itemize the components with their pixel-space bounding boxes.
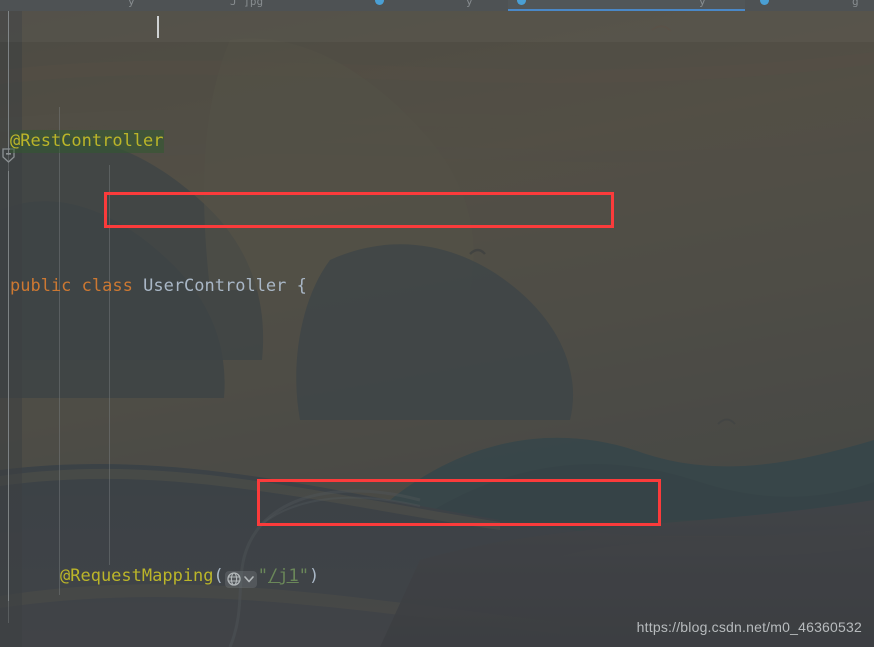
ide-editor-screenshot: y J ]pg y y g @RestController public cla… (0, 0, 874, 647)
editor-tab-strip[interactable]: y J ]pg y y g (0, 0, 874, 11)
tab-label-ghost-4[interactable]: y (699, 0, 706, 8)
keyword-public: public (10, 276, 72, 296)
paren-open-mapping: ( (213, 566, 224, 586)
quote-open-url: " (257, 566, 269, 586)
annotation-rest-controller[interactable]: @RestController (10, 130, 164, 153)
tab-label-ghost-3[interactable]: y (466, 0, 473, 8)
tab-active-underline (508, 9, 745, 11)
text-caret (157, 16, 159, 38)
csdn-watermark: https://blog.csdn.net/m0_46360532 (636, 619, 862, 635)
spring-url-globe-icon[interactable] (224, 571, 257, 588)
quote-close-url: " (298, 566, 309, 586)
url-mapping-value[interactable]: /j1 (268, 566, 299, 586)
type-user-controller[interactable]: UserController (143, 276, 286, 296)
code-line-2[interactable]: public class UserController { (0, 272, 874, 301)
paren-close-mapping: ) (309, 566, 320, 586)
code-line-3-blank (0, 417, 874, 446)
tab-file-icon-3 (760, 0, 769, 5)
brace-open-class: { (296, 276, 307, 296)
tab-label-ghost-1[interactable]: y (128, 0, 135, 8)
tab-file-icon-1 (375, 0, 384, 5)
code-text-area[interactable]: @RestController public class UserControl… (0, 11, 874, 647)
tab-label-ghost-5[interactable]: g (852, 0, 859, 8)
keyword-class: class (81, 276, 133, 296)
tab-label-ghost-2[interactable]: J ]pg (230, 0, 263, 8)
code-line-1[interactable]: @RestController (0, 127, 874, 156)
code-editor-surface[interactable]: @RestController public class UserControl… (0, 11, 874, 647)
annotation-request-mapping[interactable]: @RequestMapping (60, 566, 214, 586)
code-line-4[interactable]: @RequestMapping( "/j1") (0, 562, 874, 591)
